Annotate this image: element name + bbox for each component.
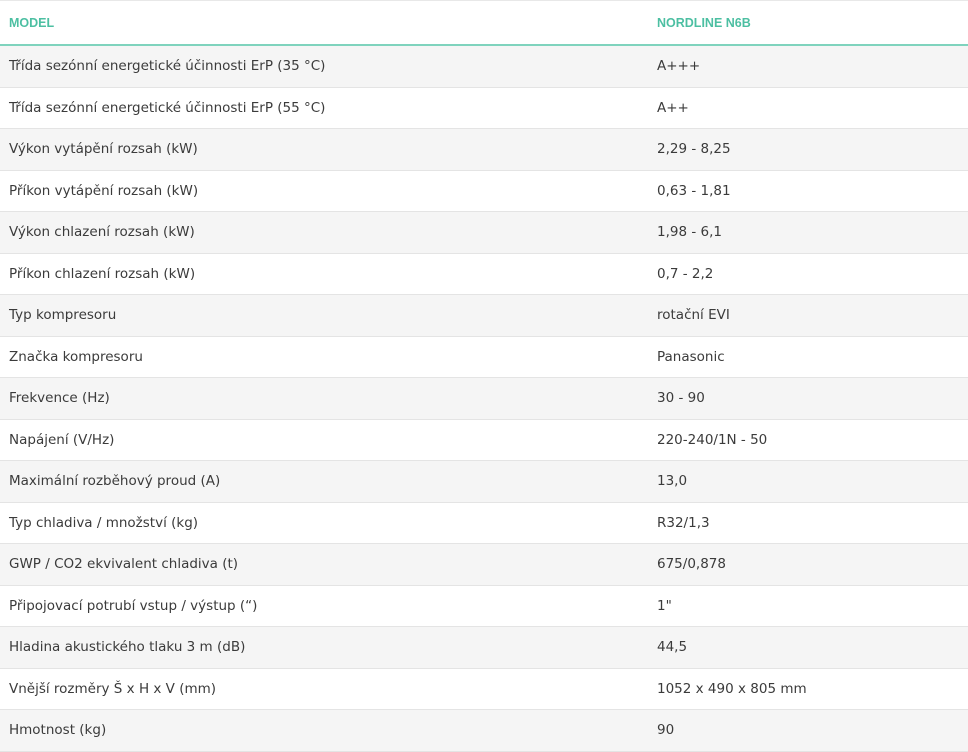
row-label: Vnější rozměry Š x H x V (mm) xyxy=(0,668,648,710)
row-value: 675/0,878 xyxy=(648,543,968,586)
table-row: Hmotnost (kg) 90 xyxy=(0,709,968,752)
table-row: Třída sezónní energetické účinnosti ErP … xyxy=(0,87,968,129)
table-row: Značka kompresoru Panasonic xyxy=(0,336,968,378)
row-value: 1,98 - 6,1 xyxy=(648,211,968,254)
row-label: Příkon vytápění rozsah (kW) xyxy=(0,170,648,212)
row-value: 13,0 xyxy=(648,460,968,503)
row-label: Frekvence (Hz) xyxy=(0,377,648,420)
row-label: Třída sezónní energetické účinnosti ErP … xyxy=(0,87,648,129)
table-row: Frekvence (Hz) 30 - 90 xyxy=(0,377,968,420)
row-value: 0,7 - 2,2 xyxy=(648,253,968,295)
table-row: Napájení (V/Hz) 220-240/1N - 50 xyxy=(0,419,968,461)
row-label: Připojovací potrubí vstup / výstup (“) xyxy=(0,585,648,627)
row-label: Typ kompresoru xyxy=(0,294,648,337)
table-row: Výkon chlazení rozsah (kW) 1,98 - 6,1 xyxy=(0,211,968,254)
row-value: 2,29 - 8,25 xyxy=(648,128,968,171)
row-value: rotační EVI xyxy=(648,294,968,337)
row-label: Výkon vytápění rozsah (kW) xyxy=(0,128,648,171)
row-value: A++ xyxy=(648,87,968,129)
row-label: Příkon chlazení rozsah (kW) xyxy=(0,253,648,295)
row-value: 220-240/1N - 50 xyxy=(648,419,968,461)
table-row: Třída sezónní energetické účinnosti ErP … xyxy=(0,45,968,88)
header-model-label: MODEL xyxy=(0,0,648,46)
table-row: Výkon vytápění rozsah (kW) 2,29 - 8,25 xyxy=(0,128,968,171)
row-label: Hladina akustického tlaku 3 m (dB) xyxy=(0,626,648,669)
table-row: Hladina akustického tlaku 3 m (dB) 44,5 xyxy=(0,626,968,669)
row-value: 90 xyxy=(648,709,968,752)
header-product-label: NORDLINE N6B xyxy=(648,0,968,46)
table-row: Typ chladiva / množství (kg) R32/1,3 xyxy=(0,502,968,544)
table-row: Příkon vytápění rozsah (kW) 0,63 - 1,81 xyxy=(0,170,968,212)
spec-table-header: MODEL NORDLINE N6B xyxy=(0,0,968,46)
row-value: R32/1,3 xyxy=(648,502,968,544)
row-value: 1" xyxy=(648,585,968,627)
table-row: GWP / CO2 ekvivalent chladiva (t) 675/0,8… xyxy=(0,543,968,586)
row-value: 0,63 - 1,81 xyxy=(648,170,968,212)
row-value: 30 - 90 xyxy=(648,377,968,420)
row-label: Třída sezónní energetické účinnosti ErP … xyxy=(0,45,648,88)
row-value: 44,5 xyxy=(648,626,968,669)
row-label: Maximální rozběhový proud (A) xyxy=(0,460,648,503)
table-row: Připojovací potrubí vstup / výstup (“) 1" xyxy=(0,585,968,627)
table-row: Příkon chlazení rozsah (kW) 0,7 - 2,2 xyxy=(0,253,968,295)
row-label: Hmotnost (kg) xyxy=(0,709,648,752)
row-label: Typ chladiva / množství (kg) xyxy=(0,502,648,544)
header-row: MODEL NORDLINE N6B xyxy=(0,0,968,46)
row-label: Výkon chlazení rozsah (kW) xyxy=(0,211,648,254)
table-row: Maximální rozběhový proud (A) 13,0 xyxy=(0,460,968,503)
spec-table: MODEL NORDLINE N6B Třída sezónní energet… xyxy=(0,0,968,752)
row-label: Značka kompresoru xyxy=(0,336,648,378)
table-row: Typ kompresoru rotační EVI xyxy=(0,294,968,337)
row-label: Napájení (V/Hz) xyxy=(0,419,648,461)
spec-table-body: Třída sezónní energetické účinnosti ErP … xyxy=(0,45,968,752)
row-label: GWP / CO2 ekvivalent chladiva (t) xyxy=(0,543,648,586)
table-row: Vnější rozměry Š x H x V (mm) 1052 x 490 … xyxy=(0,668,968,710)
row-value: A+++ xyxy=(648,45,968,88)
row-value: Panasonic xyxy=(648,336,968,378)
row-value: 1052 x 490 x 805 mm xyxy=(648,668,968,710)
